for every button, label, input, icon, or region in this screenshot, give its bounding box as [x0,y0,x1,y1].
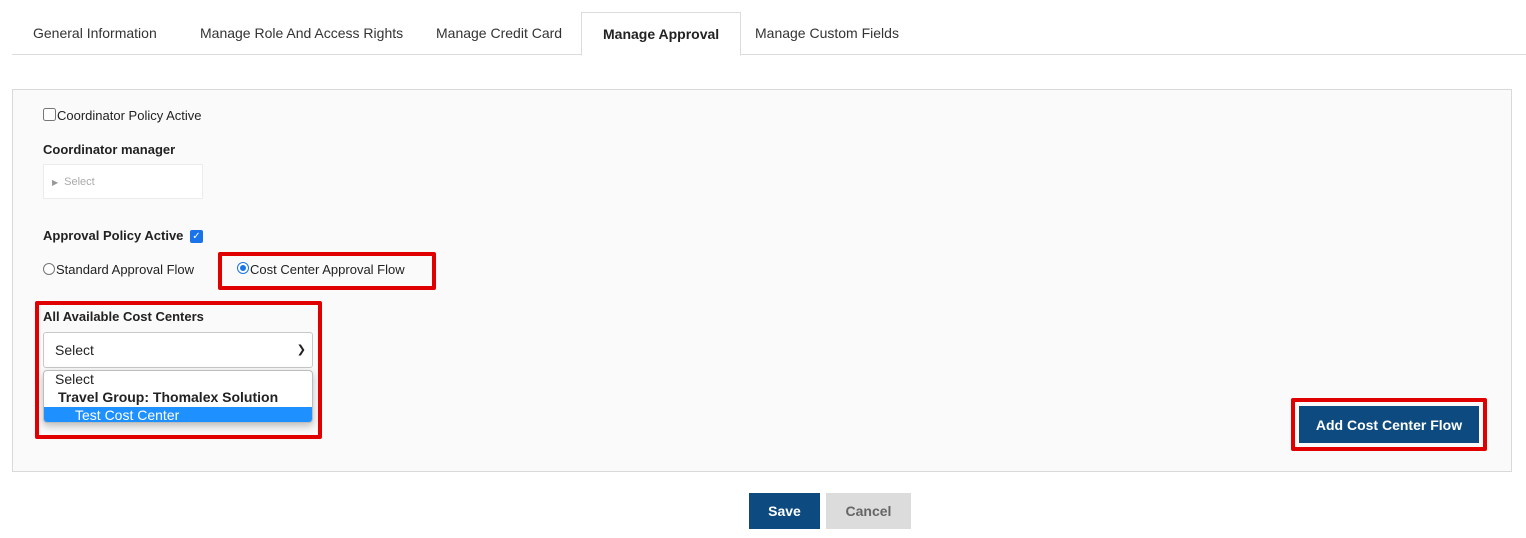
approval-policy-checkbox[interactable]: ✓ [190,230,203,243]
chevron-down-icon: ❯ [296,344,306,356]
cost-centers-select[interactable]: Select ❯ [43,332,313,368]
coordinator-policy-label: Coordinator Policy Active [57,108,202,123]
standard-flow-radio[interactable] [43,263,55,275]
approval-policy-label: Approval Policy Active [43,228,184,243]
option-test-cost-center[interactable]: Test Cost Center [44,407,312,422]
tab-bar: General Information Manage Role And Acce… [12,12,1526,56]
tab-manage-approval[interactable]: Manage Approval [581,12,742,56]
tab-manage-role-access[interactable]: Manage Role And Access Rights [179,12,424,55]
cost-center-flow-radio[interactable] [237,262,249,274]
approval-panel: Coordinator Policy Active Coordinator ma… [12,89,1512,472]
tab-general-information[interactable]: General Information [12,12,178,55]
coordinator-manager-placeholder: Select [64,176,95,188]
standard-flow-label: Standard Approval Flow [56,262,195,277]
coordinator-policy-checkbox[interactable] [43,108,56,121]
checkmark-icon: ✓ [192,231,201,242]
add-cost-center-flow-button[interactable]: Add Cost Center Flow [1299,406,1479,443]
cost-centers-dropdown-list: Select Travel Group: Thomalex Solution T… [43,370,313,423]
coordinator-manager-select[interactable]: ▶ Select [43,164,203,199]
option-group-label: Travel Group: Thomalex Solution [58,389,279,405]
cost-centers-label: All Available Cost Centers [43,309,204,324]
cancel-button[interactable]: Cancel [826,493,911,529]
option-select[interactable]: Select [44,371,312,388]
save-button[interactable]: Save [749,493,820,529]
tab-manage-credit-card[interactable]: Manage Credit Card [415,12,583,55]
caret-right-icon: ▶ [52,178,59,187]
coordinator-manager-label: Coordinator manager [43,142,176,157]
cost-center-flow-label: Cost Center Approval Flow [250,262,405,277]
cost-centers-value: Select [55,342,94,358]
tab-manage-custom-fields[interactable]: Manage Custom Fields [734,12,920,55]
